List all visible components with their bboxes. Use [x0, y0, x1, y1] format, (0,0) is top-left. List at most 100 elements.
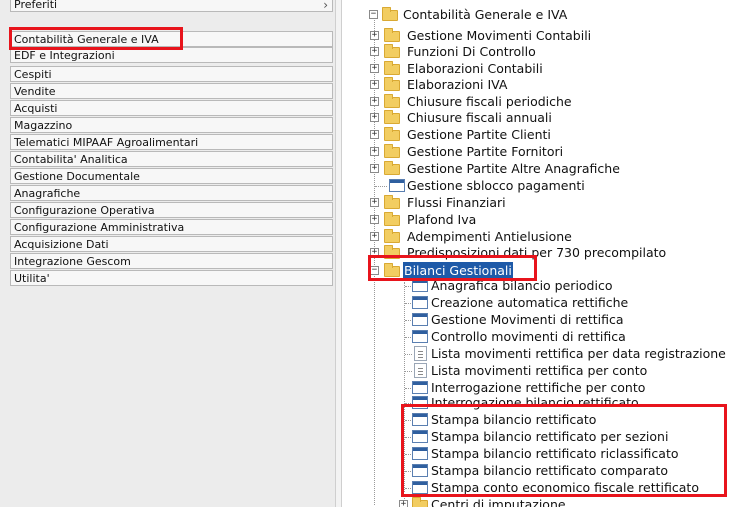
menu-item-contabilita-generale[interactable]: Contabilità Generale e IVA: [10, 31, 333, 47]
tree-guide-line: [405, 303, 411, 304]
expand-icon[interactable]: +: [370, 215, 379, 224]
list-report-icon: [414, 363, 427, 378]
folder-icon: [382, 7, 398, 21]
tree-label: Predisposizioni dati per 730 precompilat…: [407, 245, 667, 260]
tree-label: Stampa bilancio rettificato riclassifica…: [431, 446, 679, 461]
folder-icon: [384, 161, 400, 175]
menu-item-integrazione-gescom[interactable]: Integrazione Gescom: [10, 253, 333, 269]
list-report-icon: [414, 346, 427, 361]
expand-icon[interactable]: +: [370, 248, 379, 257]
menu-item-contabilita-analitica[interactable]: Contabilita' Analitica: [10, 151, 333, 167]
tree-label: Gestione Movimenti Contabili: [407, 28, 592, 43]
panel-splitter[interactable]: [335, 0, 342, 507]
tree-label: Anagrafica bilancio periodico: [431, 278, 613, 293]
tree-label: Creazione automatica rettifiche: [431, 295, 629, 310]
expand-icon[interactable]: +: [370, 80, 379, 89]
folder-icon: [384, 94, 400, 108]
tree-guide-line: [405, 354, 412, 355]
window-icon: [412, 464, 428, 477]
menu-item-preferiti[interactable]: Preferiti: [10, 0, 333, 12]
menu-item-utilita[interactable]: Utilita': [10, 270, 333, 286]
tree-label: Interrogazione bilancio rettificato: [431, 395, 639, 410]
tree-guide-line: [405, 337, 411, 338]
folder-icon: [384, 263, 400, 277]
window-icon: [412, 481, 428, 494]
tree-guide-line: [405, 420, 411, 421]
folder-icon: [384, 28, 400, 42]
window-icon: [412, 447, 428, 460]
expand-icon[interactable]: +: [370, 47, 379, 56]
menu-item-acquisizione-dati[interactable]: Acquisizione Dati: [10, 236, 333, 252]
folder-icon: [384, 61, 400, 75]
tree-label: Stampa bilancio rettificato per sezioni: [431, 429, 669, 444]
expand-icon[interactable]: +: [370, 164, 379, 173]
tree-guide-line: [374, 20, 375, 505]
tree-label: Centri di imputazione: [431, 497, 566, 507]
expand-icon[interactable]: +: [370, 232, 379, 241]
tree-label: Gestione Movimenti di rettifica: [431, 312, 624, 327]
tree-label: Lista movimenti rettifica per data regis…: [431, 346, 726, 361]
window-icon: [412, 381, 428, 394]
window-icon: [412, 296, 428, 309]
menu-tree: − Contabilità Generale e IVA + Gestione …: [342, 0, 737, 507]
folder-icon: [384, 144, 400, 158]
window-icon: [412, 313, 428, 326]
tree-guide-line: [405, 320, 411, 321]
menu-item-cespiti[interactable]: Cespiti: [10, 66, 333, 82]
tree-label: Chiusure fiscali annuali: [407, 110, 552, 125]
folder-icon: [384, 77, 400, 91]
collapse-icon[interactable]: −: [369, 10, 378, 19]
folder-icon: [412, 497, 428, 507]
tree-label: Stampa bilancio rettificato: [431, 412, 597, 427]
folder-icon: [384, 195, 400, 209]
tree-guide-line: [405, 437, 411, 438]
tree-label: Funzioni Di Controllo: [407, 44, 536, 59]
folder-icon: [384, 229, 400, 243]
tree-label: Elaborazioni Contabili: [407, 61, 543, 76]
tree-label: Plafond Iva: [407, 212, 477, 227]
expand-icon[interactable]: +: [370, 97, 379, 106]
menu-item-configurazione-operativa[interactable]: Configurazione Operativa: [10, 202, 333, 218]
expand-icon[interactable]: +: [370, 31, 379, 40]
tree-guide-line: [405, 488, 411, 489]
expand-icon[interactable]: +: [370, 64, 379, 73]
window-icon: [412, 413, 428, 426]
expand-icon[interactable]: +: [370, 130, 379, 139]
menu-item-configurazione-amministrativa[interactable]: Configurazione Amministrativa: [10, 219, 333, 235]
menu-item-edf-integrazioni[interactable]: EDF e Integrazioni: [10, 47, 333, 63]
expand-icon[interactable]: +: [370, 113, 379, 122]
folder-icon: [384, 127, 400, 141]
menu-item-acquisti[interactable]: Acquisti: [10, 100, 333, 116]
expand-icon[interactable]: +: [399, 500, 408, 507]
tree-label: Controllo movimenti di rettifica: [431, 329, 626, 344]
expand-icon[interactable]: +: [370, 198, 379, 207]
tree-label: Chiusure fiscali periodiche: [407, 94, 572, 109]
expand-icon[interactable]: +: [370, 147, 379, 156]
menu-item-vendite[interactable]: Vendite: [10, 83, 333, 99]
menu-item-gestione-documentale[interactable]: Gestione Documentale: [10, 168, 333, 184]
window-icon: [389, 179, 405, 192]
menu-item-telematici-mipaaf[interactable]: Telematici MIPAAF Agroalimentari: [10, 134, 333, 150]
tree-guide-line: [405, 371, 412, 372]
menu-item-magazzino[interactable]: Magazzino: [10, 117, 333, 133]
tree-label: Gestione Partite Altre Anagrafiche: [407, 161, 620, 176]
tree-label: Adempimenti Antielusione: [407, 229, 572, 244]
folder-icon: [384, 245, 400, 259]
tree-label: Gestione Partite Fornitori: [407, 144, 564, 159]
tree-label: Elaborazioni IVA: [407, 77, 508, 92]
tree-guide-line: [405, 403, 411, 404]
tree-label: Stampa conto economico fiscale rettifica…: [431, 480, 699, 495]
tree-label: Gestione sblocco pagamenti: [407, 178, 585, 193]
tree-label: Gestione Partite Clienti: [407, 127, 551, 142]
tree-label: Stampa bilancio rettificato comparato: [431, 463, 669, 478]
left-menu-panel: Preferiti Contabilità Generale e IVA EDF…: [0, 0, 335, 507]
tree-guide-line: [405, 454, 411, 455]
tree-guide-line: [375, 186, 387, 187]
menu-item-anagrafiche[interactable]: Anagrafiche: [10, 185, 333, 201]
folder-icon: [384, 110, 400, 124]
collapse-icon[interactable]: −: [370, 266, 379, 275]
tree-guide-line: [405, 388, 411, 389]
folder-icon: [384, 44, 400, 58]
window-icon: [412, 430, 428, 443]
window-icon: [412, 396, 428, 409]
